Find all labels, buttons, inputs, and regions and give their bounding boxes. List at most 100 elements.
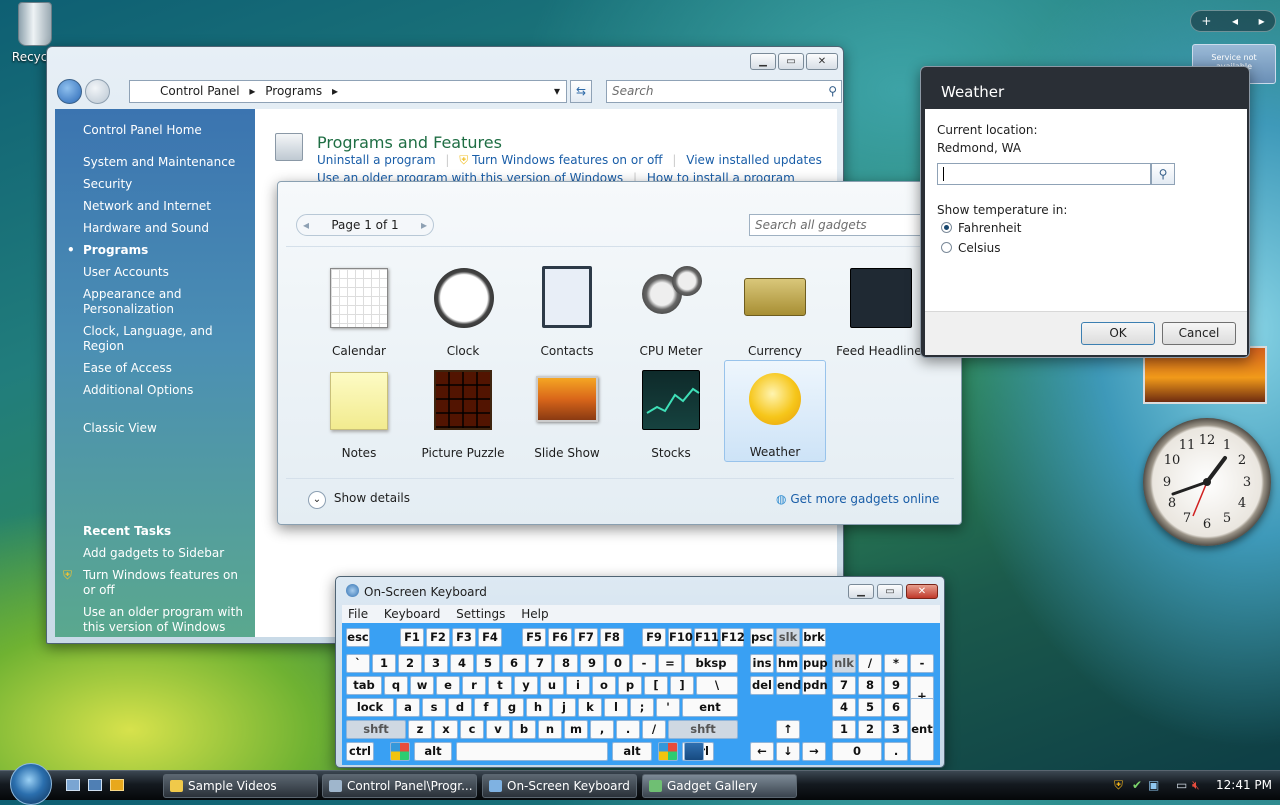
key[interactable]: m (564, 720, 588, 739)
key[interactable]: esc (346, 628, 370, 647)
volume-muted-icon[interactable]: 🔇︎ (1192, 778, 1200, 793)
recent-task-windows-features[interactable]: ⛨ Turn Windows features on or off (63, 568, 243, 598)
monitor-icon[interactable]: ▭ (1176, 778, 1187, 792)
key[interactable]: F8 (600, 628, 624, 647)
close-button[interactable]: ✕ (906, 584, 938, 599)
recent-task-older-program[interactable]: Use an older program with this version o… (83, 605, 253, 635)
key[interactable]: 3 (424, 654, 448, 673)
key[interactable]: ↓ (776, 742, 800, 761)
previous-page-button[interactable]: ◂ (1232, 14, 1238, 28)
key[interactable]: F4 (478, 628, 502, 647)
key[interactable]: 8 (554, 654, 578, 673)
key[interactable]: . (884, 742, 908, 761)
key[interactable]: 5 (858, 698, 882, 717)
key[interactable]: lock (346, 698, 394, 717)
breadcrumb-control-panel[interactable]: Control Panel (160, 84, 240, 98)
minimize-button[interactable]: ▁ (848, 584, 874, 599)
gadget-clock[interactable]: Clock (412, 260, 514, 362)
clock-gadget[interactable]: 12 1 2 3 4567 8 9 10 11 (1143, 418, 1271, 546)
key[interactable]: ctrl (346, 742, 374, 761)
key[interactable]: u (540, 676, 564, 695)
key[interactable]: 4 (450, 654, 474, 673)
key[interactable]: v (486, 720, 510, 739)
key[interactable]: ; (630, 698, 654, 717)
show-desktop-icon[interactable] (66, 779, 80, 791)
taskbar-button-osk[interactable]: On-Screen Keyboard (482, 774, 637, 798)
prev-page-icon[interactable]: ◂ (303, 215, 309, 235)
refresh-button[interactable]: ⇆ (570, 80, 592, 103)
start-button[interactable] (10, 763, 52, 805)
key[interactable]: end (776, 676, 801, 695)
menu-help[interactable]: Help (521, 607, 548, 621)
installed-updates-link[interactable]: View installed updates (686, 153, 822, 167)
taskbar-button-sample-videos[interactable]: Sample Videos (163, 774, 318, 798)
nav-system-maintenance[interactable]: System and Maintenance (83, 155, 255, 170)
next-page-icon[interactable]: ▸ (421, 215, 427, 235)
add-gadget-button[interactable]: + (1201, 14, 1211, 28)
key[interactable]: c (460, 720, 484, 739)
menu-settings[interactable]: Settings (456, 607, 505, 621)
gadget-notes[interactable]: Notes (308, 362, 410, 464)
key[interactable]: , (590, 720, 614, 739)
key[interactable]: 4 (832, 698, 856, 717)
location-input[interactable] (937, 163, 1151, 185)
key[interactable]: y (514, 676, 538, 695)
key[interactable]: 1 (372, 654, 396, 673)
key[interactable]: 9 (884, 676, 908, 695)
key[interactable]: e (436, 676, 460, 695)
key[interactable]: z (408, 720, 432, 739)
key[interactable]: k (578, 698, 602, 717)
key[interactable]: F5 (522, 628, 546, 647)
key[interactable]: F7 (574, 628, 598, 647)
key[interactable]: F1 (400, 628, 424, 647)
key[interactable]: pup (802, 654, 828, 673)
key[interactable]: del (750, 676, 774, 695)
key[interactable]: F3 (452, 628, 476, 647)
security-shield-icon[interactable]: ⛨ (1114, 778, 1123, 793)
maximize-button[interactable]: ▭ (877, 584, 903, 599)
key[interactable]: 7 (528, 654, 552, 673)
context-menu-key-icon[interactable] (684, 742, 704, 761)
key[interactable]: \ (696, 676, 738, 695)
key[interactable]: t (488, 676, 512, 695)
key[interactable]: n (538, 720, 562, 739)
key[interactable]: slk (776, 628, 800, 647)
key[interactable]: x (434, 720, 458, 739)
key[interactable]: . (616, 720, 640, 739)
key[interactable]: F10 (668, 628, 693, 647)
gadget-search-input[interactable]: Search all gadgets (749, 214, 927, 236)
radio-selected-icon[interactable] (941, 222, 952, 233)
key[interactable]: s (422, 698, 446, 717)
key[interactable]: f (474, 698, 498, 717)
fahrenheit-option[interactable]: Fahrenheit (941, 221, 1021, 235)
key[interactable]: nlk (832, 654, 856, 673)
ok-button[interactable]: OK (1081, 322, 1155, 345)
key[interactable]: d (448, 698, 472, 717)
key[interactable]: g (500, 698, 524, 717)
key[interactable]: ↑ (776, 720, 800, 739)
key[interactable]: l (604, 698, 628, 717)
space-key[interactable] (456, 742, 608, 761)
key[interactable]: - (910, 654, 934, 673)
gadget-picture-puzzle[interactable]: Picture Puzzle (412, 362, 514, 464)
key[interactable]: r (462, 676, 486, 695)
location-search-button[interactable]: ⚲ (1151, 163, 1175, 185)
gadget-contacts[interactable]: Contacts (516, 260, 618, 362)
key[interactable]: alt (414, 742, 452, 761)
gadget-slide-show[interactable]: Slide Show (516, 362, 618, 464)
radio-icon[interactable] (941, 242, 952, 253)
key[interactable]: pdn (802, 676, 828, 695)
gadget-currency[interactable]: Currency (724, 260, 826, 362)
network-icon[interactable]: ▣ (1148, 778, 1159, 792)
key[interactable]: shft (346, 720, 406, 739)
nav-classic-view[interactable]: Classic View (83, 421, 255, 436)
gadget-cpu-meter[interactable]: CPU Meter (620, 260, 722, 362)
close-button[interactable]: ✕ (806, 53, 838, 70)
key[interactable]: o (592, 676, 616, 695)
key[interactable]: F12 (720, 628, 745, 647)
key[interactable]: ins (750, 654, 774, 673)
key[interactable]: → (802, 742, 826, 761)
key[interactable]: / (642, 720, 666, 739)
key[interactable]: ' (656, 698, 680, 717)
dropdown-arrow-icon[interactable]: ▾ (554, 81, 560, 102)
